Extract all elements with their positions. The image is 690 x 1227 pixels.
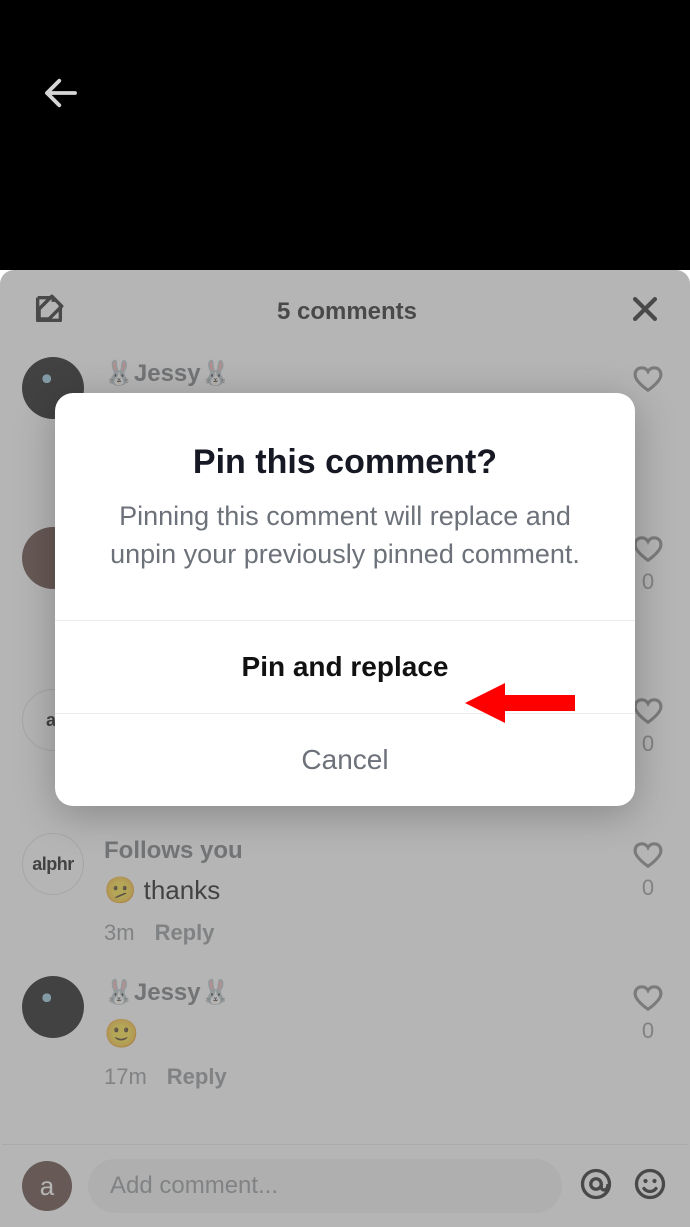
arrow-left-icon	[40, 72, 82, 114]
pin-and-replace-button[interactable]: Pin and replace	[55, 620, 635, 713]
cancel-button[interactable]: Cancel	[55, 713, 635, 806]
dialog-title: Pin this comment?	[55, 393, 635, 498]
back-button[interactable]	[40, 72, 82, 119]
pin-confirm-dialog: Pin this comment? Pinning this comment w…	[55, 393, 635, 806]
dialog-body: Pinning this comment will replace and un…	[55, 498, 635, 620]
video-area	[0, 0, 690, 270]
